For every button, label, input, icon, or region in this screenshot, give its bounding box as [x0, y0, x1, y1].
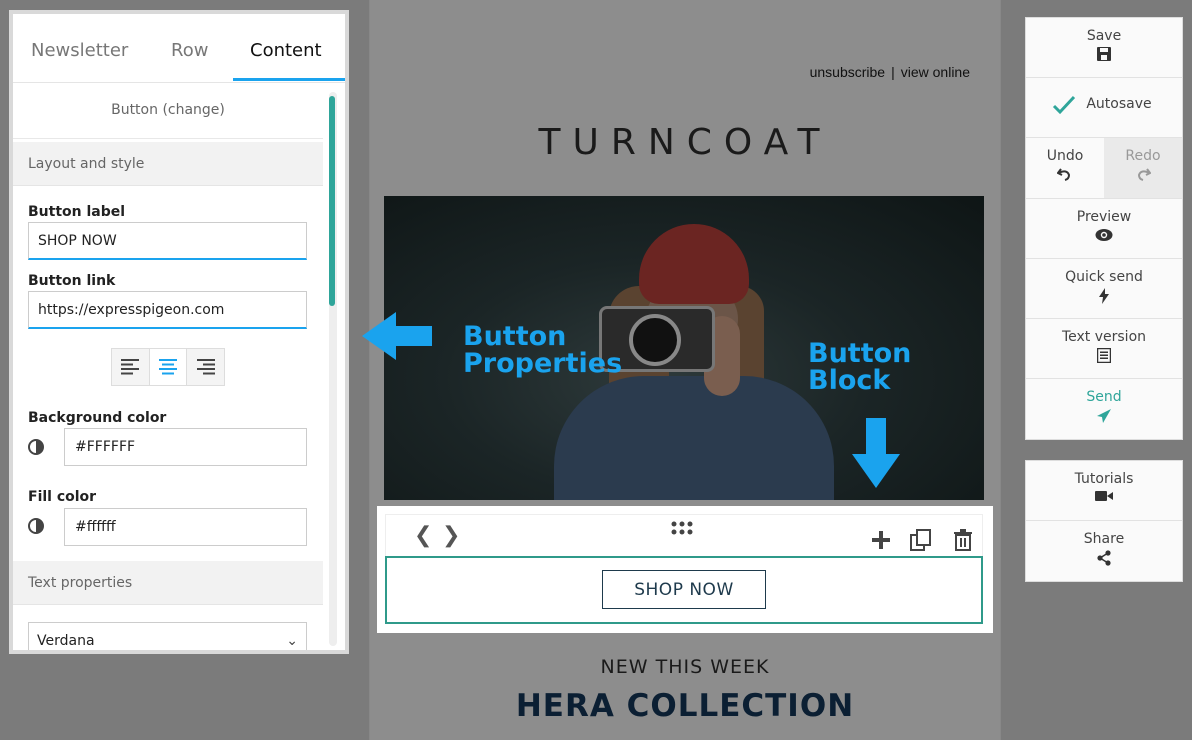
undo-redo-group: Undo Redo	[1026, 138, 1182, 199]
tab-content[interactable]: Content	[250, 40, 322, 61]
share-label: Share	[1083, 531, 1125, 547]
scrollbar-thumb[interactable]	[329, 96, 335, 306]
document-icon	[1097, 348, 1111, 363]
button-link-input[interactable]: https://expresspigeon.com	[28, 291, 307, 329]
fill-color-icon[interactable]	[28, 518, 44, 534]
button-link-title: Button link	[28, 273, 116, 289]
trash-icon[interactable]	[954, 529, 972, 551]
save-button[interactable]: Save	[1026, 18, 1182, 78]
email-header: unsubscribe | view online TURNCOAT	[370, 0, 1000, 500]
fill-color-title: Fill color	[28, 489, 97, 505]
save-label: Save	[1086, 28, 1122, 44]
align-right-button[interactable]	[187, 349, 225, 385]
undo-icon	[1056, 168, 1071, 181]
font-select[interactable]: Verdana ⌄	[28, 622, 307, 650]
text-version-button[interactable]: Text version	[1026, 319, 1182, 379]
tutorials-label: Tutorials	[1074, 471, 1134, 487]
send-icon	[1097, 409, 1111, 423]
drag-handle-icon[interactable]	[671, 521, 693, 537]
block-toolbar: ❮ ❯	[385, 514, 983, 558]
align-center-button[interactable]	[149, 349, 188, 385]
brand-logo-text: TURNCOAT	[538, 122, 832, 163]
send-label: Send	[1086, 389, 1122, 405]
quick-send-label: Quick send	[1065, 269, 1143, 285]
redo-button[interactable]: Redo	[1104, 138, 1182, 198]
checkmark-icon	[1052, 95, 1076, 115]
tutorials-button[interactable]: Tutorials	[1026, 461, 1182, 521]
panel-scroll-area: Button (change) Layout and style Button …	[13, 82, 323, 650]
panel-tabs: Newsletter Row Content	[13, 14, 345, 83]
text-version-label: Text version	[1061, 329, 1147, 345]
chevron-down-icon: ⌄	[286, 633, 298, 649]
fill-color-input[interactable]: #ffffff	[64, 508, 307, 546]
actions-panel: Save Autosave Undo Redo Preview Quick se…	[1025, 17, 1183, 440]
undo-label: Undo	[1046, 148, 1084, 164]
block-type-change[interactable]: Button (change)	[13, 82, 323, 139]
add-icon[interactable]	[872, 531, 890, 549]
background-color-icon[interactable]	[28, 439, 44, 455]
view-online-link[interactable]: view online	[901, 64, 970, 80]
eye-icon	[1095, 229, 1113, 241]
section-layout-style[interactable]: Layout and style	[13, 142, 323, 186]
alignment-group	[111, 348, 225, 386]
button-block-editor: ❮ ❯ SHOP NOW	[377, 506, 993, 633]
send-button[interactable]: Send	[1026, 379, 1182, 439]
undo-button[interactable]: Undo	[1026, 138, 1104, 198]
section-subtitle: NEW THIS WEEK	[600, 656, 770, 678]
video-camera-icon	[1095, 491, 1113, 501]
save-icon	[1097, 47, 1111, 61]
button-label-input[interactable]: SHOP NOW	[28, 222, 307, 260]
button-block[interactable]: SHOP NOW	[385, 556, 983, 624]
share-icon	[1097, 550, 1111, 566]
arrow-left-icon	[362, 312, 432, 360]
font-select-value: Verdana	[37, 633, 95, 649]
redo-label: Redo	[1125, 148, 1161, 164]
tab-newsletter[interactable]: Newsletter	[31, 40, 128, 61]
header-links: unsubscribe | view online	[810, 64, 970, 80]
align-left-button[interactable]	[112, 349, 150, 385]
shop-now-button[interactable]: SHOP NOW	[602, 570, 766, 609]
background-color-title: Background color	[28, 410, 167, 426]
annotation-button-properties: Button Properties	[463, 321, 623, 379]
help-panel: Tutorials Share	[1025, 460, 1183, 582]
duplicate-icon[interactable]	[910, 529, 932, 551]
arrow-down-icon	[852, 418, 900, 488]
properties-panel: Newsletter Row Content Button (change) L…	[9, 10, 349, 654]
align-left-icon	[121, 359, 140, 375]
chevron-left-icon[interactable]: ❮	[414, 525, 432, 547]
align-right-icon	[196, 359, 215, 375]
lightning-icon	[1099, 288, 1109, 304]
share-button[interactable]: Share	[1026, 521, 1182, 581]
background-color-input[interactable]: #FFFFFF	[64, 428, 307, 466]
preview-label: Preview	[1076, 209, 1132, 225]
autosave-label: Autosave	[1086, 96, 1152, 112]
link-separator: |	[891, 64, 895, 80]
unsubscribe-link[interactable]: unsubscribe	[810, 64, 886, 80]
button-label-title: Button label	[28, 204, 126, 220]
autosave-toggle[interactable]: Autosave	[1026, 78, 1182, 138]
tab-row[interactable]: Row	[171, 40, 208, 61]
active-tab-indicator	[233, 78, 345, 81]
section-title: HERA COLLECTION	[515, 688, 855, 724]
align-center-icon	[159, 359, 177, 375]
redo-icon	[1137, 168, 1152, 181]
annotation-button-block: Button Block	[808, 338, 912, 396]
quick-send-button[interactable]: Quick send	[1026, 259, 1182, 319]
chevron-right-icon[interactable]: ❯	[442, 525, 460, 547]
section-text-properties[interactable]: Text properties	[13, 561, 323, 605]
preview-button[interactable]: Preview	[1026, 199, 1182, 259]
